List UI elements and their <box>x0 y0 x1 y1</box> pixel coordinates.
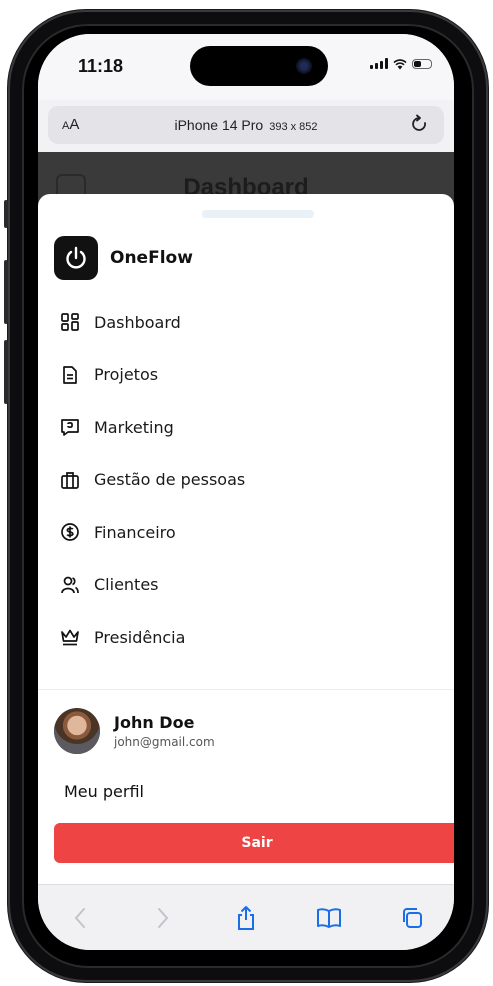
nav-item-marketing[interactable]: Marketing <box>54 401 438 454</box>
navigation-drawer: OneFlow Dashboard Projetos Marketing Ges… <box>38 194 454 898</box>
nav-item-label: Presidência <box>94 627 186 647</box>
crown-icon <box>60 627 80 647</box>
mute-switch <box>4 200 8 228</box>
signal-icon <box>370 58 388 69</box>
volume-down-button <box>4 340 8 404</box>
back-icon[interactable] <box>66 904 94 932</box>
drawer-grabber[interactable] <box>202 210 314 218</box>
nav-item-projetos[interactable]: Projetos <box>54 349 438 402</box>
device-name: iPhone 14 Pro <box>174 117 264 133</box>
status-bar: 11:18 <box>38 34 454 100</box>
share-icon[interactable] <box>232 904 260 932</box>
briefcase-icon <box>60 470 80 490</box>
nav-item-label: Gestão de pessoas <box>94 470 246 490</box>
brand-name: OneFlow <box>110 248 193 268</box>
dynamic-island <box>190 46 328 86</box>
power-logo-icon <box>54 236 98 280</box>
reload-icon[interactable] <box>410 114 430 140</box>
bookmarks-icon[interactable] <box>315 904 343 932</box>
users-icon <box>60 575 80 595</box>
battery-icon <box>412 58 432 69</box>
divider <box>38 689 454 690</box>
nav-item-label: Marketing <box>94 417 174 437</box>
nav-item-clientes[interactable]: Clientes <box>54 559 438 612</box>
avatar <box>54 708 100 754</box>
nav-item-label: Clientes <box>94 575 159 595</box>
camera-icon <box>296 58 312 74</box>
logout-button[interactable]: Sair <box>54 823 454 863</box>
status-icons <box>370 58 432 69</box>
user-name: John Doe <box>114 713 195 732</box>
wifi-icon <box>393 58 407 69</box>
user-email: john@gmail.com <box>114 735 215 749</box>
nav-item-presidencia[interactable]: Presidência <box>54 611 438 664</box>
phone-screen: 11:18 AA iPhone 14 Pro 393 x 852 Dashboar… <box>38 34 454 950</box>
status-time: 11:18 <box>78 56 124 76</box>
device-size: 393 x 852 <box>269 121 318 133</box>
nav-item-dashboard[interactable]: Dashboard <box>54 296 438 349</box>
brand: OneFlow <box>54 236 193 280</box>
document-icon <box>60 365 80 385</box>
nav-menu: Dashboard Projetos Marketing Gestão de p… <box>54 296 438 664</box>
text-size-button[interactable]: AA <box>62 116 79 133</box>
nav-item-label: Projetos <box>94 365 159 385</box>
chat-icon <box>60 417 80 437</box>
url-bar[interactable]: AA iPhone 14 Pro 393 x 852 <box>48 106 444 144</box>
forward-icon[interactable] <box>149 904 177 932</box>
tabs-icon[interactable] <box>398 904 426 932</box>
nav-item-label: Financeiro <box>94 522 176 542</box>
volume-up-button <box>4 260 8 324</box>
nav-item-financeiro[interactable]: Financeiro <box>54 506 438 559</box>
dollar-circle-icon <box>60 522 80 542</box>
nav-item-label: Dashboard <box>94 312 181 332</box>
grid-icon <box>60 312 80 332</box>
profile-link[interactable]: Meu perfil <box>64 782 144 801</box>
nav-item-gestao-de-pessoas[interactable]: Gestão de pessoas <box>54 454 438 507</box>
user-card: John Doe john@gmail.com <box>54 708 215 754</box>
device-label: iPhone 14 Pro 393 x 852 <box>48 117 444 133</box>
browser-toolbar <box>38 884 454 950</box>
